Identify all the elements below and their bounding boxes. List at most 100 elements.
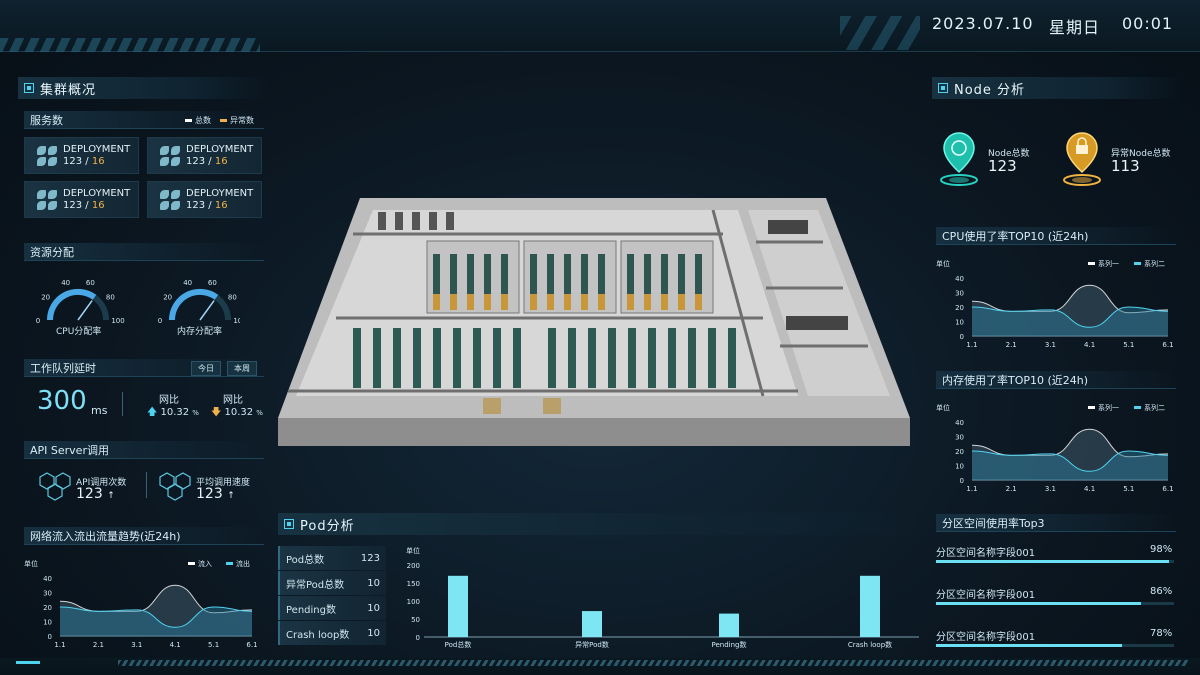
today-button[interactable]: 今日 xyxy=(191,361,221,376)
x-tick-label: 5.1 xyxy=(1123,485,1134,493)
deployment-abnormal: 16 xyxy=(91,199,105,211)
rack-base xyxy=(530,294,537,310)
traffic-title: 网络流入流出流量趋势(近24h) xyxy=(24,527,264,545)
y-tick-label: 40 xyxy=(43,575,52,583)
api-speed-arrow: ↑ xyxy=(227,491,235,501)
deployment-label: DEPLOYMENT xyxy=(63,187,131,199)
legend-swatch xyxy=(1088,262,1095,265)
y-tick-label: 20 xyxy=(955,304,964,312)
rack xyxy=(473,328,481,388)
clover-leaf xyxy=(160,200,169,210)
up-ratio-label: 网比 xyxy=(159,395,179,406)
legend-total-label: 总数 xyxy=(195,116,211,125)
x-tick-label: 5.1 xyxy=(208,641,219,649)
y-tick-label: 40 xyxy=(955,275,964,283)
rack xyxy=(695,254,702,294)
node-abnormal-value: 113 xyxy=(1111,157,1140,175)
clover-leaf xyxy=(48,156,57,166)
clover-leaf xyxy=(160,156,169,166)
legend-abnormal-label: 异常数 xyxy=(230,116,254,125)
legend-label: 系列一 xyxy=(1098,403,1119,412)
deployment-card-text: DEPLOYMENT 123 / 16 xyxy=(63,188,130,212)
rack xyxy=(708,328,716,388)
pod-stat-label: Pod总数 xyxy=(286,554,325,566)
hexagon-icon xyxy=(159,472,191,501)
x-tick-label: Pending数 xyxy=(712,640,747,649)
pod-stat-label: Crash loop数 xyxy=(286,629,350,641)
x-tick-label: 1.1 xyxy=(966,341,977,349)
rack xyxy=(433,328,441,388)
clover-leaf xyxy=(48,145,57,155)
datacenter-3d-view[interactable] xyxy=(278,196,913,446)
gauge-tick-label: 100 xyxy=(111,317,124,325)
gauge-needle xyxy=(199,300,215,321)
pod-stat-label: 异常Pod总数 xyxy=(286,579,345,591)
node-panel-title: Node 分析 xyxy=(932,77,1182,99)
api-calls-value: 123 xyxy=(76,486,103,502)
gauge-tick-label: 60 xyxy=(86,279,95,287)
deployment-card: DEPLOYMENT 123 / 16 xyxy=(24,181,139,218)
legend-swatch xyxy=(226,562,233,565)
chart-unit-label: 单位 xyxy=(936,403,950,412)
rack-base xyxy=(581,294,588,310)
rack xyxy=(648,328,656,388)
rack-base xyxy=(564,294,571,310)
node-title-text: Node 分析 xyxy=(954,82,1026,98)
gauge-tick-label: 40 xyxy=(183,279,192,287)
clover-leaf xyxy=(37,189,46,199)
rack-base xyxy=(433,294,440,310)
y-tick-label: 30 xyxy=(43,590,52,598)
rack xyxy=(568,328,576,388)
rack xyxy=(588,328,596,388)
mem-top10-title: 内存使用了率TOP10 (近24h) xyxy=(936,371,1176,389)
mem-gauge-label: 内存分配率 xyxy=(177,327,223,337)
divider xyxy=(146,472,147,498)
up-ratio-value: 10.32 xyxy=(160,407,190,418)
count-separator: / xyxy=(82,155,92,167)
resources-title: 资源分配 xyxy=(24,243,264,261)
api-speed: 123 ↑ xyxy=(196,486,235,502)
rack xyxy=(628,328,636,388)
bar xyxy=(582,611,602,637)
rack xyxy=(547,254,554,294)
week-button[interactable]: 本周 xyxy=(227,361,257,376)
rack xyxy=(678,254,685,294)
cpu-gauge-label: CPU分配率 xyxy=(56,327,102,337)
down-ratio-unit: % xyxy=(256,409,263,417)
clover-icon xyxy=(37,145,57,166)
legend-abnormal-swatch xyxy=(220,119,227,122)
deployment-abnormal: 16 xyxy=(214,155,228,167)
deployment-total: 123 xyxy=(63,155,83,167)
square-icon xyxy=(938,83,948,93)
y-tick-label: 10 xyxy=(43,619,52,627)
x-tick-label: 1.1 xyxy=(54,641,65,649)
rack xyxy=(668,328,676,388)
partition-bar-fill xyxy=(936,602,1141,605)
cpu-top10-title-text: CPU使用了率TOP10 (近24h) xyxy=(942,229,1089,243)
partition-name: 分区空间名称字段001 xyxy=(936,548,1036,559)
deployment-counts: 123 / 16 xyxy=(186,200,253,212)
arrow-up-icon: 🡅 xyxy=(147,407,158,418)
rack xyxy=(548,328,556,388)
clover-leaf xyxy=(160,189,169,199)
legend-swatch xyxy=(188,562,195,565)
traffic-chart: 单位 0 10 20 30 40 1.1 2.1 3.1 4.1 5.1 6.1 流出 流入 xyxy=(24,559,258,649)
partition-percent: 78% xyxy=(1150,628,1173,639)
y-tick-label: 0 xyxy=(48,633,52,641)
rack-base xyxy=(501,294,508,310)
footer-accent xyxy=(16,661,40,664)
clover-leaf xyxy=(37,145,46,155)
x-tick-label: 6.1 xyxy=(1162,341,1173,349)
mem-gauge: 0 20 40 60 80 100 xyxy=(158,279,240,325)
top-decoration xyxy=(0,38,260,52)
bar xyxy=(719,613,739,637)
deployment-counts: 123 / 16 xyxy=(63,200,130,212)
cpu-top10-title: CPU使用了率TOP10 (近24h) xyxy=(936,227,1176,245)
rack-base xyxy=(484,294,491,310)
gauge-tick-label: 40 xyxy=(61,279,70,287)
y-tick-label: 100 xyxy=(407,598,420,606)
x-tick-label: Pod总数 xyxy=(445,640,472,649)
clover-leaf xyxy=(171,156,180,166)
queue-latency-unit: ms xyxy=(91,404,108,417)
y-tick-label: 30 xyxy=(955,434,964,442)
